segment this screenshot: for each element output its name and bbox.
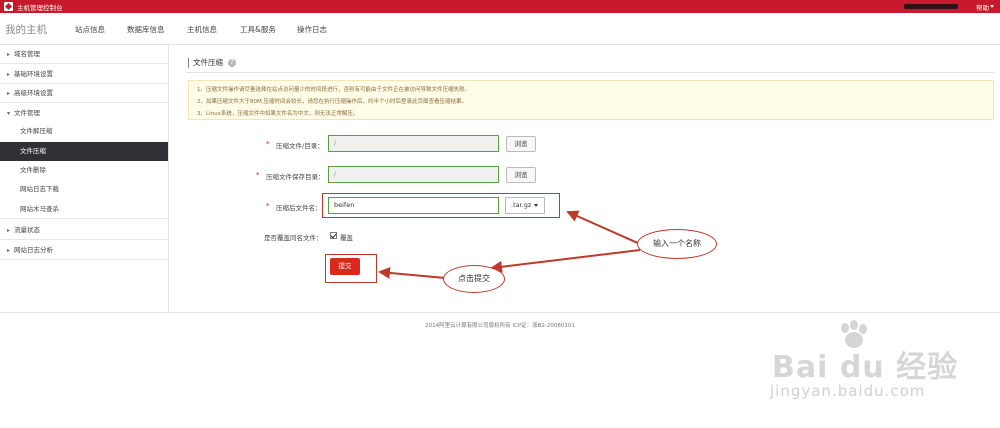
arrow-to-submit (378, 266, 446, 279)
watermark-url: jingyan.baidu.com (770, 382, 926, 400)
content-divider (0, 312, 1000, 313)
arrow-to-submit-from-name (490, 249, 641, 273)
callout-click-submit: 点击提交 (443, 265, 505, 293)
watermark-brand: Bai du 经验 (772, 350, 959, 385)
arrow-to-name-input (566, 210, 641, 245)
callout-enter-name: 输入一个名称 (637, 229, 717, 259)
